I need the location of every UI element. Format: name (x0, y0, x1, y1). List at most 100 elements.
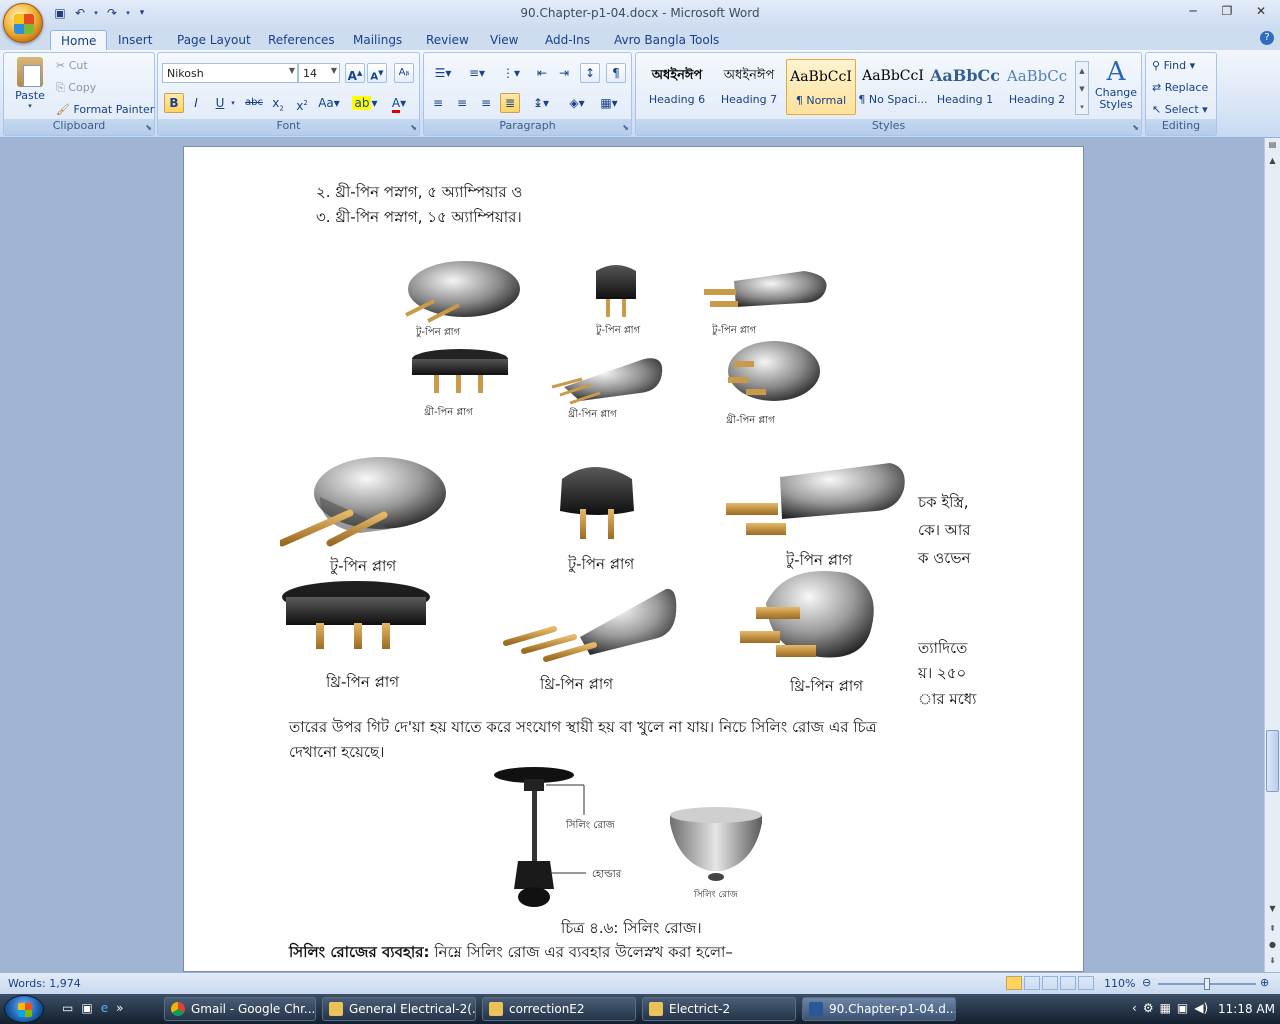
tray-expand-icon[interactable]: ‹ (1132, 1001, 1137, 1015)
full-screen-reading-icon[interactable] (1024, 976, 1040, 990)
zoom-slider[interactable] (1158, 978, 1256, 990)
clear-formatting-button[interactable]: Aᵦ (394, 63, 414, 83)
justify-button[interactable]: ≣ (500, 93, 520, 113)
language-icon[interactable]: ▦ (1160, 1001, 1171, 1015)
shrink-font-button[interactable]: A▼ (367, 63, 387, 83)
styles-gallery-scroll[interactable]: ▲ ▼ ▾ (1075, 61, 1089, 115)
strikethrough-button[interactable]: abc (244, 93, 264, 113)
multilevel-list-button[interactable]: ⋮▾ (496, 63, 526, 83)
switch-windows-icon[interactable]: ▣ (81, 1001, 92, 1015)
styles-launcher-icon[interactable]: ⬊ (1132, 123, 1139, 132)
tab-page-layout[interactable]: Page Layout (167, 30, 261, 50)
replace-button[interactable]: ⇄ Replace (1152, 81, 1208, 94)
internet-explorer-icon[interactable]: e (101, 1001, 108, 1015)
font-color-button[interactable]: A▾ (384, 93, 414, 113)
more-icon[interactable]: » (116, 1001, 123, 1015)
select-browse-object-icon[interactable]: ● (1266, 940, 1279, 953)
tab-view[interactable]: View (480, 30, 528, 50)
vertical-scrollbar[interactable]: ▤ ▲ ▼ ⇞ ● ⇟ (1264, 138, 1280, 972)
tab-home[interactable]: Home (50, 30, 108, 50)
style-heading-1[interactable]: AaBbCc Heading 1 (930, 59, 1000, 115)
style-normal[interactable]: AaBbCcI ¶ Normal (786, 59, 856, 115)
font-name-combo[interactable]: Nikosh ▼ (162, 63, 298, 83)
taskbar-item-word-document[interactable]: 90.Chapter-p1-04.d... (802, 997, 956, 1021)
sort-button[interactable]: ↕ (580, 63, 600, 83)
text-fragment: কে। আর (918, 521, 971, 539)
tab-review[interactable]: Review (416, 30, 479, 50)
underline-dropdown-icon[interactable]: ▾ (228, 93, 238, 113)
superscript-button[interactable]: x2 (292, 93, 312, 113)
print-layout-icon[interactable] (1006, 976, 1022, 990)
style-no-spacing[interactable]: AaBbCcI ¶ No Spaci... (858, 59, 928, 115)
font-size-combo[interactable]: 14 ▼ (298, 63, 340, 83)
tab-add-ins[interactable]: Add-Ins (535, 30, 600, 50)
network-icon[interactable]: ⚙ (1143, 1001, 1154, 1015)
line-spacing-button[interactable]: ↨▾ (526, 93, 556, 113)
outline-icon[interactable] (1060, 976, 1076, 990)
help-icon[interactable]: ? (1260, 31, 1274, 45)
style-heading-7[interactable]: অধইনঈপ Heading 7 (714, 59, 784, 115)
zoom-slider-thumb[interactable] (1204, 978, 1210, 990)
clipboard-launcher-icon[interactable]: ⬊ (145, 123, 152, 132)
tab-mailings[interactable]: Mailings (343, 30, 412, 50)
select-button[interactable]: ↖ Select ▾ (1152, 103, 1208, 116)
find-button[interactable]: ⚲ Find ▾ (1152, 59, 1195, 72)
grow-font-button[interactable]: A▲ (345, 63, 365, 83)
show-hide-button[interactable]: ¶ (606, 63, 626, 83)
align-center-button[interactable]: ≡ (452, 93, 472, 113)
tab-avro-bangla-tools[interactable]: Avro Bangla Tools (604, 30, 729, 50)
next-page-icon[interactable]: ⇟ (1266, 956, 1279, 969)
format-painter-button[interactable]: 🖌 Format Painter (56, 103, 154, 116)
zoom-out-icon[interactable]: ⊖ (1142, 976, 1151, 989)
connection-icon[interactable]: ▣ (1177, 1001, 1188, 1015)
scroll-up-icon[interactable]: ▲ (1266, 156, 1279, 169)
zoom-in-icon[interactable]: ⊕ (1260, 976, 1269, 989)
document-page[interactable]: ২. থ্রী-পিন পস্নাগ, ৫ অ্যাম্পিয়ার ও ৩. … (183, 146, 1084, 972)
show-desktop-icon[interactable]: ▭ (62, 1001, 73, 1015)
ruler-toggle-icon[interactable]: ▤ (1266, 140, 1279, 153)
scroll-down-icon[interactable]: ▼ (1266, 904, 1279, 917)
previous-page-icon[interactable]: ⇞ (1266, 924, 1279, 937)
bold-button[interactable]: B (164, 93, 184, 113)
clock[interactable]: 11:18 AM (1218, 1002, 1275, 1016)
restore-button[interactable]: ❐ (1216, 4, 1238, 20)
draft-icon[interactable] (1078, 976, 1094, 990)
style-heading-6[interactable]: অধইনঈপ Heading 6 (642, 59, 712, 115)
borders-button[interactable]: ▦▾ (594, 93, 624, 113)
tab-insert[interactable]: Insert (108, 30, 162, 50)
underline-button[interactable]: U (210, 93, 230, 113)
tab-references[interactable]: References (258, 30, 345, 50)
close-button[interactable]: ✕ (1250, 4, 1272, 20)
taskbar-item-gmail[interactable]: Gmail - Google Chr... (164, 997, 316, 1021)
volume-icon[interactable]: ◀) (1194, 1001, 1208, 1015)
taskbar-item-electrict-2[interactable]: Electrict-2 (642, 997, 796, 1021)
bullets-button[interactable]: ☰▾ (428, 63, 458, 83)
start-button[interactable] (4, 995, 44, 1023)
taskbar-item-general-electrical[interactable]: General Electrical-2(... (322, 997, 476, 1021)
styles-group-label: Styles (636, 119, 1141, 135)
shading-button[interactable]: ◈▾ (562, 93, 592, 113)
font-launcher-icon[interactable]: ⬊ (410, 123, 417, 132)
align-right-button[interactable]: ≡ (476, 93, 496, 113)
web-layout-icon[interactable] (1042, 976, 1058, 990)
italic-button[interactable]: I (186, 93, 206, 113)
scroll-thumb[interactable] (1266, 730, 1279, 792)
zoom-level[interactable]: 110% (1104, 977, 1135, 990)
taskbar-item-correctione2[interactable]: correctionE2 (482, 997, 636, 1021)
style-heading-2[interactable]: AaBbCc Heading 2 (1002, 59, 1072, 115)
numbering-button[interactable]: ≡▾ (462, 63, 492, 83)
highlight-button[interactable]: ab ▾ (350, 93, 380, 113)
minimize-button[interactable]: ─ (1182, 4, 1204, 20)
decrease-indent-button[interactable]: ⇤ (532, 63, 552, 83)
word-count[interactable]: Words: 1,974 (8, 977, 81, 990)
paragraph-launcher-icon[interactable]: ⬊ (622, 123, 629, 132)
cut-button[interactable]: ✂ Cut (56, 59, 88, 72)
align-left-button[interactable]: ≡ (428, 93, 448, 113)
copy-button[interactable]: ⎘ Copy (56, 81, 96, 95)
paste-button[interactable]: Paste ▾ (10, 57, 50, 115)
subscript-button[interactable]: x2 (268, 93, 288, 113)
office-button[interactable] (3, 3, 43, 43)
change-case-button[interactable]: Aa▾ (316, 93, 342, 113)
increase-indent-button[interactable]: ⇥ (554, 63, 574, 83)
change-styles-button[interactable]: A Change Styles (1094, 57, 1138, 111)
